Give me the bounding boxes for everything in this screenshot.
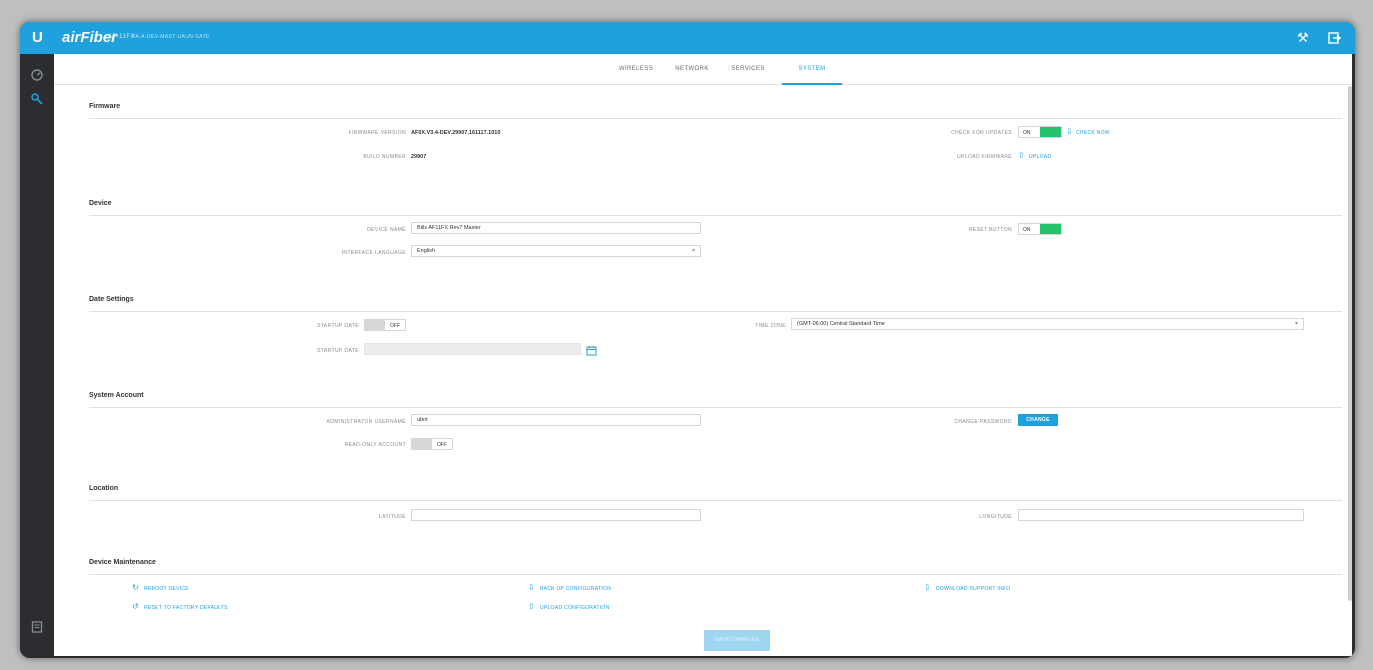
upload-firmware-label: UPLOAD FIRMWARE [957, 154, 1012, 160]
check-updates-toggle[interactable]: ON [1018, 126, 1062, 138]
build-number-label: BUILD NUMBER [363, 154, 406, 160]
check-updates-label: CHECK FOR UPDATES [951, 130, 1012, 136]
section-divider [89, 118, 1342, 119]
toggle-state-label: ON [1023, 227, 1031, 233]
top-bar: U airFiber AF-11FX PA-A-DEV-MAST-UAUN-SA… [20, 22, 1355, 54]
toggle-knob [1040, 224, 1061, 234]
check-now-icon[interactable]: ⇩ [1066, 128, 1073, 136]
toggle-state-label: OFF [390, 323, 400, 329]
dashboard-icon[interactable] [30, 68, 44, 82]
location-section-title: Location [89, 485, 119, 492]
download-support-info-link[interactable]: DOWNLOAD SUPPORT INFO [936, 586, 1010, 592]
selected-time-zone: (GMT-06:00) Central Standard Time [797, 321, 885, 327]
device-name-input[interactable]: Bills AF11FX Rev7 Master [411, 222, 701, 234]
toggle-state-label: ON [1023, 130, 1031, 136]
maintenance-section-title: Device Maintenance [89, 559, 156, 566]
document-icon[interactable] [30, 620, 44, 634]
reset-factory-defaults-link[interactable]: RESET TO FACTORY DEFAULTS [144, 605, 228, 611]
upload-firmware-link[interactable]: UPLOAD [1029, 154, 1051, 160]
date-section-title: Date Settings [89, 296, 134, 303]
time-zone-select[interactable]: (GMT-06:00) Central Standard Time ▾ [791, 318, 1304, 330]
check-now-link[interactable]: CHECK NOW [1076, 130, 1110, 136]
tab-bar: WIRELESS NETWORK SERVICES SYSTEM [54, 54, 1352, 85]
selected-language: English [417, 248, 436, 254]
chevron-down-icon: ▾ [691, 248, 695, 254]
admin-username-label: ADMINISTRATOR USERNAME [326, 419, 406, 425]
read-only-account-label: READ-ONLY ACCOUNT [344, 442, 406, 448]
calendar-icon[interactable] [586, 343, 597, 356]
startup-date-input[interactable] [364, 343, 581, 355]
reboot-device-link[interactable]: REBOOT DEVICE [144, 586, 189, 592]
upload-icon[interactable]: ⇧ [1018, 152, 1025, 160]
tab-system[interactable]: SYSTEM [782, 54, 842, 85]
startup-date-toggle-label: STARTUP DATE [317, 323, 359, 329]
reset-defaults-icon[interactable]: ↺ [132, 603, 139, 611]
section-divider [89, 500, 1342, 501]
build-number-value: 29907 [411, 154, 427, 160]
firmware-version-label: FIRMWARE VERSION [348, 130, 406, 136]
left-sidebar [20, 54, 54, 658]
upload-configuration-link[interactable]: UPLOAD CONFIGURATION [540, 605, 610, 611]
backup-configuration-link[interactable]: BACK UP CONFIGURATION [540, 586, 611, 592]
account-section-title: System Account [89, 392, 144, 399]
section-divider [89, 215, 1342, 216]
tools-nav-icon[interactable] [30, 92, 44, 106]
reset-button-label: RESET BUTTON [968, 227, 1012, 233]
reset-button-toggle[interactable]: ON [1018, 223, 1062, 235]
device-model: AF-11FX [108, 34, 136, 40]
tools-icon[interactable]: ⚒ [1297, 31, 1311, 45]
chevron-down-icon: ▾ [1294, 321, 1298, 327]
logout-icon[interactable] [1327, 31, 1342, 45]
section-divider [89, 311, 1342, 312]
section-divider [89, 574, 1342, 575]
read-only-account-toggle[interactable]: OFF [411, 438, 453, 450]
ubiquiti-logo[interactable]: U [32, 29, 48, 47]
change-password-button[interactable]: CHANGE [1018, 414, 1058, 426]
toggle-knob [412, 439, 432, 449]
tab-network[interactable]: NETWORK [670, 54, 714, 85]
latitude-input[interactable] [411, 509, 701, 521]
admin-username-input[interactable]: ubnt [411, 414, 701, 426]
toggle-state-label: OFF [437, 442, 447, 448]
upload-icon[interactable]: ⇧ [528, 603, 535, 611]
vertical-scrollbar[interactable] [1348, 86, 1352, 601]
app-window: U airFiber AF-11FX PA-A-DEV-MAST-UAUN-SA… [20, 22, 1355, 658]
toggle-knob [365, 320, 385, 330]
tab-wireless[interactable]: WIRELESS [614, 54, 658, 85]
device-hostname: PA-A-DEV-MAST-UAUN-SAYE [132, 34, 210, 40]
change-password-label: CHANGE PASSWORD [954, 419, 1012, 425]
tab-services[interactable]: SERVICES [726, 54, 770, 85]
section-divider [89, 407, 1342, 408]
reboot-icon[interactable]: ↻ [132, 584, 139, 592]
download-icon[interactable]: ⇩ [924, 584, 931, 592]
interface-language-select[interactable]: English ▾ [411, 245, 701, 257]
firmware-section-title: Firmware [89, 103, 121, 110]
longitude-label: LONGITUDE [979, 514, 1012, 520]
startup-date-label: STARTUP DATE [317, 348, 359, 354]
latitude-label: LATITUDE [379, 514, 406, 520]
toggle-knob [1040, 127, 1061, 137]
interface-language-label: INTERFACE LANGUAGE [341, 250, 406, 256]
time-zone-label: TIME ZONE [755, 323, 786, 329]
main-content: WIRELESS NETWORK SERVICES SYSTEM Firmwar… [54, 54, 1352, 656]
save-changes-button[interactable]: SAVE CHANGES [704, 630, 770, 651]
device-section-title: Device [89, 200, 112, 207]
download-icon[interactable]: ⇩ [528, 584, 535, 592]
startup-date-toggle[interactable]: OFF [364, 319, 406, 331]
firmware-version-value: AF0X.V3.4-DEV.29907.161117.1010 [411, 130, 501, 136]
device-name-label: DEVICE NAME [367, 227, 406, 233]
longitude-input[interactable] [1018, 509, 1304, 521]
